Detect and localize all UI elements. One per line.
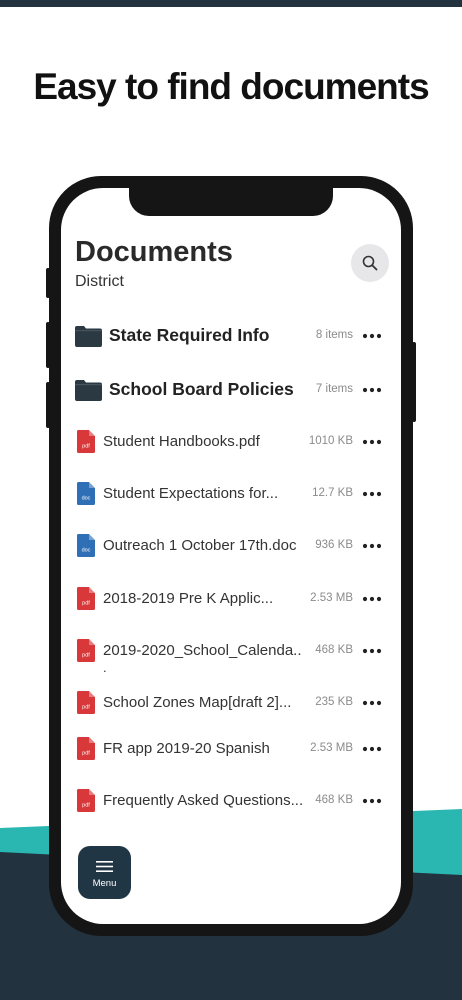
- more-options-icon[interactable]: [360, 328, 384, 344]
- file-name-overflow: .: [103, 660, 107, 675]
- folder-item-count: 7 items: [315, 383, 353, 395]
- file-row[interactable]: pdf 2018-2019 Pre K Applic... 2.53 MB: [61, 579, 401, 619]
- phone-volume-up: [46, 322, 50, 368]
- file-type-badge: pdf: [82, 601, 90, 607]
- file-name: FR app 2019-20 Spanish: [103, 740, 270, 757]
- folder-row[interactable]: State Required Info 8 items: [61, 316, 401, 356]
- folder-row[interactable]: School Board Policies 7 items: [61, 370, 401, 410]
- file-size: 2.53 MB: [310, 592, 353, 604]
- file-size: 235 KB: [315, 696, 353, 708]
- pdf-file-icon: pdf: [77, 737, 95, 760]
- file-name: Student Handbooks.pdf: [103, 433, 260, 450]
- folder-name: School Board Policies: [109, 379, 294, 399]
- file-type-badge: pdf: [82, 751, 90, 757]
- more-options-icon[interactable]: [360, 538, 384, 554]
- folder-icon: [75, 326, 102, 347]
- file-row[interactable]: doc Outreach 1 October 17th.doc 936 KB: [61, 526, 401, 566]
- more-options-icon[interactable]: [360, 741, 384, 757]
- more-options-icon[interactable]: [360, 591, 384, 607]
- pdf-file-icon: pdf: [77, 430, 95, 453]
- page-subtitle: District: [75, 273, 124, 290]
- phone-mockup: Documents District State Required Info 8 …: [46, 176, 416, 936]
- file-name: School Zones Map[draft 2]...: [103, 694, 292, 711]
- more-options-icon[interactable]: [360, 695, 384, 711]
- phone-screen: Documents District State Required Info 8 …: [61, 188, 401, 924]
- file-row[interactable]: pdf FR app 2019-20 Spanish 2.53 MB: [61, 729, 401, 769]
- file-row[interactable]: pdf School Zones Map[draft 2]... 235 KB: [61, 683, 401, 723]
- file-name: Outreach 1 October 17th.doc: [103, 537, 297, 554]
- file-type-badge: pdf: [82, 444, 90, 450]
- pdf-file-icon: pdf: [77, 691, 95, 714]
- file-row[interactable]: pdf Student Handbooks.pdf 1010 KB: [61, 422, 401, 462]
- file-size: 936 KB: [315, 539, 353, 551]
- more-options-icon[interactable]: [360, 434, 384, 450]
- doc-file-icon: doc: [77, 482, 95, 505]
- phone-notch: [129, 188, 333, 216]
- file-size: 468 KB: [315, 644, 353, 656]
- more-options-icon[interactable]: [360, 486, 384, 502]
- folder-icon: [75, 380, 102, 401]
- pdf-file-icon: pdf: [77, 789, 95, 812]
- phone-power-button: [412, 342, 416, 422]
- file-name: 2019-2020_School_Calenda..: [103, 642, 302, 659]
- file-row[interactable]: pdf 2019-2020_School_Calenda... 468 KB: [61, 631, 401, 675]
- doc-file-icon: doc: [77, 534, 95, 557]
- top-strip: [0, 0, 462, 7]
- file-size: 1010 KB: [308, 435, 353, 447]
- file-size: 468 KB: [315, 794, 353, 806]
- search-button[interactable]: [351, 244, 389, 282]
- file-type-badge: doc: [82, 496, 91, 502]
- search-icon: [362, 255, 378, 271]
- phone-volume-down: [46, 382, 50, 428]
- file-type-badge: pdf: [82, 653, 90, 659]
- menu-label: Menu: [92, 878, 117, 889]
- headline: Easy to find documents: [33, 66, 429, 107]
- file-type-badge: doc: [82, 548, 91, 554]
- file-name: Frequently Asked Questions...: [103, 792, 304, 809]
- more-options-icon[interactable]: [360, 382, 384, 398]
- file-type-badge: pdf: [82, 705, 90, 711]
- more-options-icon[interactable]: [360, 793, 384, 809]
- file-row[interactable]: doc Student Expectations for... 12.7 KB: [61, 474, 401, 514]
- folder-item-count: 8 items: [315, 329, 353, 341]
- hamburger-menu-icon: [96, 861, 113, 872]
- file-name: Student Expectations for...: [103, 485, 279, 502]
- folder-name: State Required Info: [109, 325, 270, 345]
- file-size: 2.53 MB: [310, 742, 353, 754]
- page-title: Documents: [75, 236, 233, 268]
- file-row[interactable]: pdf Frequently Asked Questions... 468 KB: [61, 781, 401, 821]
- pdf-file-icon: pdf: [77, 587, 95, 610]
- phone-side-button: [46, 268, 50, 298]
- menu-button[interactable]: Menu: [78, 846, 131, 899]
- file-size: 12.7 KB: [312, 487, 353, 499]
- pdf-file-icon: pdf: [77, 639, 95, 662]
- file-name: 2018-2019 Pre K Applic...: [103, 590, 274, 607]
- more-options-icon[interactable]: [360, 643, 384, 659]
- file-type-badge: pdf: [82, 803, 90, 809]
